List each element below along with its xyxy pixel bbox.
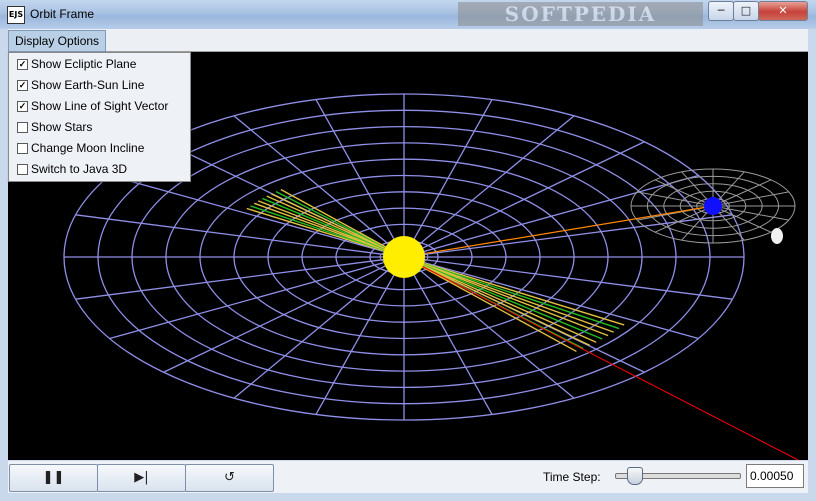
watermark: SOFTPEDIA — [458, 2, 703, 26]
grid-spoke — [403, 115, 575, 258]
grid-spoke — [75, 256, 405, 300]
menu-bar: Display Options — [8, 29, 808, 52]
menu-item-label: Switch to Java 3D — [31, 162, 128, 176]
menu-item-label: Change Moon Incline — [31, 141, 145, 155]
menu-item-label: Show Stars — [31, 120, 93, 134]
pause-button[interactable]: ❚❚ — [9, 464, 98, 492]
sun-sphere — [383, 236, 425, 278]
display-options-dropdown: ✓ Show Ecliptic Plane ✓ Show Earth-Sun L… — [8, 52, 191, 182]
minimize-button[interactable]: ─ — [708, 1, 734, 21]
menu-item-show-stars[interactable]: Show Stars — [9, 117, 190, 138]
checkbox-icon: ✓ — [17, 101, 28, 112]
checkbox-icon: ✓ — [17, 59, 28, 70]
menu-display-options[interactable]: Display Options — [8, 30, 107, 52]
grid-spoke — [403, 214, 733, 258]
reset-icon: ↺ — [224, 470, 235, 485]
grid-spoke — [315, 256, 405, 415]
title-bar: EJS Orbit Frame SOFTPEDIA ─ □ ✕ — [0, 0, 816, 29]
time-step-slider-thumb[interactable] — [626, 467, 643, 485]
step-forward-icon: ▶| — [134, 470, 149, 485]
step-button[interactable]: ▶| — [97, 464, 186, 492]
lit-band-line — [403, 256, 609, 337]
pause-icon: ❚❚ — [42, 470, 65, 485]
grid-spoke — [403, 256, 699, 340]
lit-band-line — [403, 256, 620, 330]
grid-spoke — [403, 256, 575, 399]
menu-item-label: Show Line of Sight Vector — [31, 99, 169, 113]
checkbox-icon — [17, 164, 28, 175]
lit-band-line — [403, 256, 625, 326]
checkbox-icon — [17, 143, 28, 154]
control-toolbar: ❚❚ ▶| ↺ Time Step: — [8, 461, 808, 493]
window-title: Orbit Frame — [30, 7, 95, 21]
maximize-button[interactable]: □ — [733, 1, 759, 21]
menu-item-label: Show Ecliptic Plane — [31, 57, 137, 71]
grid-spoke — [233, 256, 405, 399]
ejs-app-icon: EJS — [7, 6, 25, 24]
time-step-label: Time Step: — [543, 470, 601, 484]
reset-button[interactable]: ↺ — [185, 464, 274, 492]
grid-spoke — [233, 115, 405, 258]
earth-sphere — [704, 197, 722, 215]
moon-sphere — [771, 228, 783, 244]
menu-item-switch-java3d[interactable]: Switch to Java 3D — [9, 159, 190, 180]
checkbox-icon — [17, 122, 28, 133]
menu-item-label: Show Earth-Sun Line — [31, 78, 145, 92]
time-step-input[interactable] — [746, 464, 804, 488]
checkbox-icon: ✓ — [17, 80, 28, 91]
menu-item-show-line-of-sight[interactable]: ✓ Show Line of Sight Vector — [9, 96, 190, 117]
grid-spoke — [109, 256, 405, 340]
menu-item-show-earth-sun-line[interactable]: ✓ Show Earth-Sun Line — [9, 75, 190, 96]
close-button[interactable]: ✕ — [758, 1, 808, 21]
line-of-sight-vector — [403, 256, 799, 460]
grid-spoke — [109, 174, 405, 258]
menu-item-change-moon-incline[interactable]: Change Moon Incline — [9, 138, 190, 159]
menu-item-show-ecliptic-plane[interactable]: ✓ Show Ecliptic Plane — [9, 54, 190, 75]
grid-spoke — [403, 99, 493, 258]
